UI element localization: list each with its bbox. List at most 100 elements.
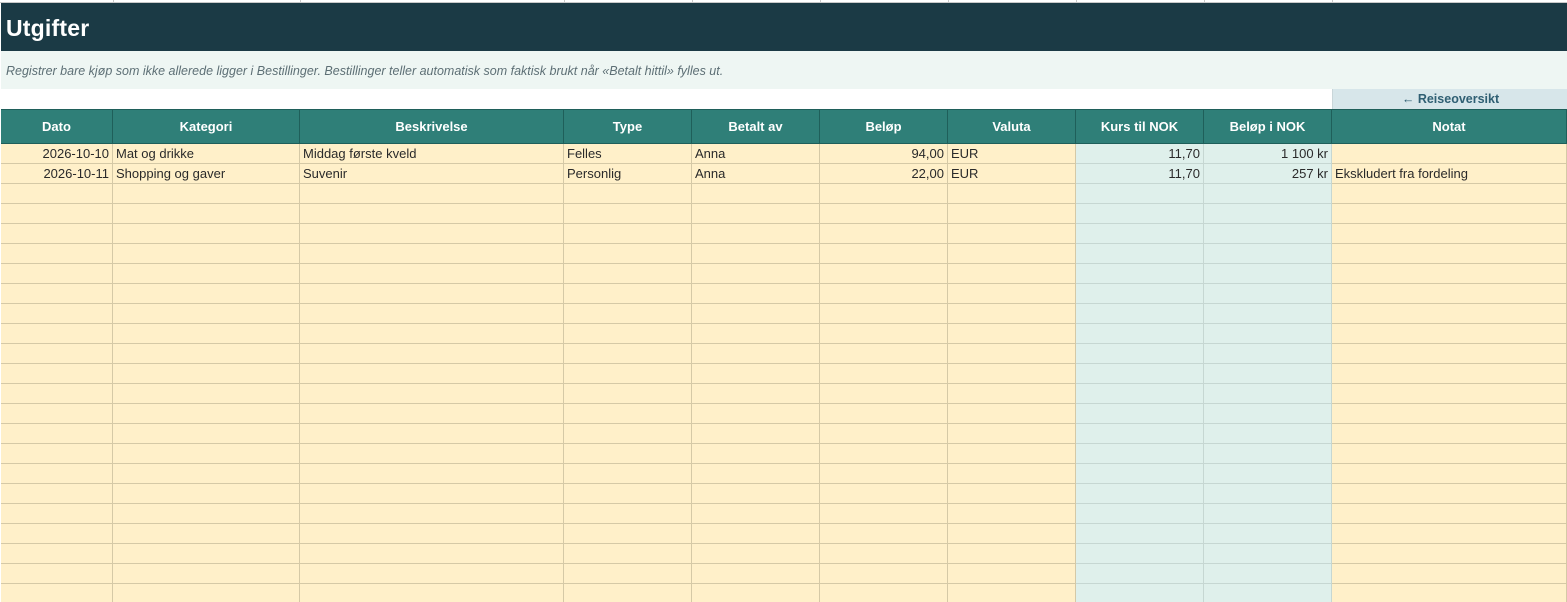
cell-date[interactable] [1,284,113,304]
cell-currency[interactable] [948,204,1076,224]
cell-category[interactable] [113,364,300,384]
cell-paid-by[interactable] [692,404,820,424]
cell-currency[interactable] [948,304,1076,324]
cell-amount[interactable]: 22,00 [820,164,948,184]
cell-category[interactable] [113,224,300,244]
cell-description[interactable]: Middag første kveld [300,144,564,164]
cell-description[interactable] [300,524,564,544]
cell-description[interactable] [300,384,564,404]
cell-description[interactable] [300,224,564,244]
cell-currency[interactable] [948,424,1076,444]
cell-date[interactable]: 2026-10-11 [1,164,113,184]
cell-paid-by[interactable] [692,584,820,602]
cell-amount-nok[interactable] [1204,444,1332,464]
cell-rate-to-nok[interactable] [1076,324,1204,344]
cell-amount-nok[interactable] [1204,264,1332,284]
cell-note[interactable] [1332,584,1567,602]
column-header-description[interactable]: Beskrivelse [300,110,564,144]
cell-note[interactable] [1332,344,1567,364]
cell-type[interactable] [564,304,692,324]
cell-amount-nok[interactable] [1204,224,1332,244]
cell-currency[interactable] [948,244,1076,264]
cell-note[interactable] [1332,484,1567,504]
column-header-amount[interactable]: Beløp [820,110,948,144]
cell-amount-nok[interactable] [1204,184,1332,204]
cell-note[interactable] [1332,564,1567,584]
column-header-note[interactable]: Notat [1332,110,1567,144]
cell-note[interactable] [1332,524,1567,544]
cell-amount-nok[interactable] [1204,504,1332,524]
cell-paid-by[interactable] [692,364,820,384]
cell-rate-to-nok[interactable] [1076,524,1204,544]
cell-currency[interactable] [948,544,1076,564]
cell-note[interactable] [1332,384,1567,404]
cell-note[interactable] [1332,284,1567,304]
cell-rate-to-nok[interactable] [1076,364,1204,384]
cell-currency[interactable] [948,584,1076,602]
cell-description[interactable] [300,444,564,464]
cell-amount[interactable] [820,584,948,602]
back-to-overview-link[interactable]: ← Reiseoversikt [1332,89,1567,109]
cell-type[interactable] [564,284,692,304]
cell-note[interactable] [1332,304,1567,324]
cell-amount-nok[interactable] [1204,304,1332,324]
column-header-type[interactable]: Type [564,110,692,144]
cell-amount-nok[interactable] [1204,404,1332,424]
cell-date[interactable] [1,424,113,444]
cell-amount-nok[interactable] [1204,484,1332,504]
column-header-currency[interactable]: Valuta [948,110,1076,144]
cell-currency[interactable] [948,344,1076,364]
cell-note[interactable] [1332,464,1567,484]
cell-currency[interactable]: EUR [948,144,1076,164]
cell-description[interactable] [300,264,564,284]
cell-description[interactable] [300,404,564,424]
cell-category[interactable] [113,244,300,264]
cell-date[interactable] [1,324,113,344]
cell-category[interactable] [113,484,300,504]
cell-paid-by[interactable] [692,284,820,304]
cell-category[interactable] [113,204,300,224]
cell-category[interactable] [113,304,300,324]
cell-type[interactable] [564,444,692,464]
cell-rate-to-nok[interactable] [1076,284,1204,304]
cell-rate-to-nok[interactable] [1076,444,1204,464]
cell-type[interactable] [564,224,692,244]
cell-amount-nok[interactable]: 257 kr [1204,164,1332,184]
cell-type[interactable] [564,484,692,504]
cell-type[interactable] [564,504,692,524]
cell-note[interactable] [1332,264,1567,284]
cell-description[interactable] [300,304,564,324]
cell-category[interactable] [113,324,300,344]
cell-rate-to-nok[interactable] [1076,404,1204,424]
cell-description[interactable] [300,484,564,504]
cell-amount[interactable] [820,564,948,584]
cell-category[interactable]: Shopping og gaver [113,164,300,184]
cell-rate-to-nok[interactable] [1076,244,1204,264]
cell-description[interactable]: Suvenir [300,164,564,184]
cell-type[interactable] [564,524,692,544]
cell-note[interactable] [1332,244,1567,264]
cell-rate-to-nok[interactable] [1076,544,1204,564]
cell-date[interactable] [1,584,113,602]
cell-paid-by[interactable] [692,304,820,324]
cell-paid-by[interactable] [692,504,820,524]
cell-date[interactable] [1,304,113,324]
cell-date[interactable] [1,384,113,404]
cell-description[interactable] [300,424,564,444]
cell-note[interactable]: Ekskludert fra fordeling [1332,164,1567,184]
column-header-category[interactable]: Kategori [113,110,300,144]
cell-date[interactable] [1,564,113,584]
cell-amount-nok[interactable] [1204,544,1332,564]
cell-description[interactable] [300,284,564,304]
cell-category[interactable] [113,284,300,304]
cell-rate-to-nok[interactable] [1076,464,1204,484]
cell-date[interactable] [1,544,113,564]
cell-type[interactable] [564,344,692,364]
cell-paid-by[interactable] [692,484,820,504]
cell-amount[interactable] [820,464,948,484]
cell-rate-to-nok[interactable]: 11,70 [1076,164,1204,184]
cell-amount[interactable] [820,404,948,424]
cell-amount-nok[interactable] [1204,564,1332,584]
cell-description[interactable] [300,464,564,484]
cell-paid-by[interactable] [692,424,820,444]
